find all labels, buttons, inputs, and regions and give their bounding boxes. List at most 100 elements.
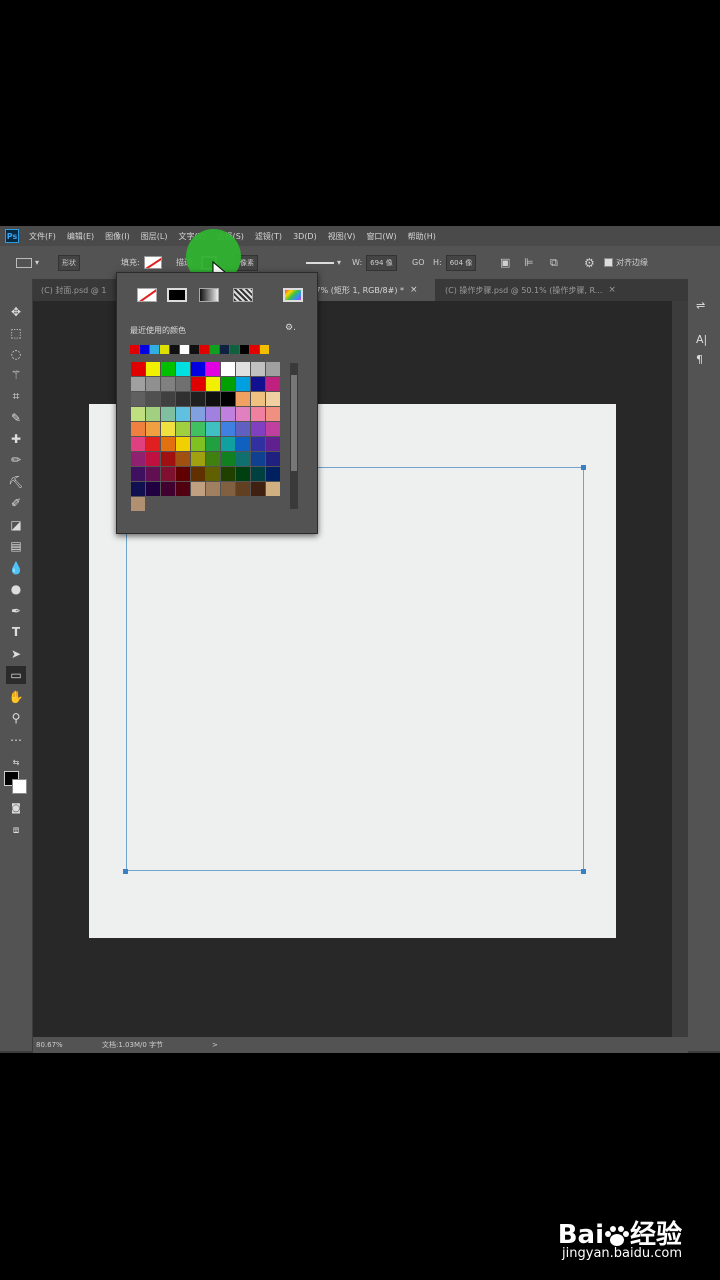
brush-tool-icon[interactable]: ✏ — [6, 451, 26, 469]
paragraph-panel-icon[interactable]: ¶ — [696, 353, 703, 366]
recent-color-swatch[interactable] — [160, 345, 169, 354]
color-swatch[interactable] — [131, 467, 145, 481]
shape-mode-select[interactable]: 形状 — [58, 254, 80, 271]
color-swatch[interactable] — [251, 482, 265, 496]
color-swatch[interactable] — [251, 422, 265, 436]
tool-preset-picker[interactable]: ▾ — [16, 246, 39, 279]
path-alignment-icon[interactable]: ⊫ — [524, 246, 534, 279]
color-swatch[interactable] — [146, 362, 160, 376]
eraser-tool-icon[interactable]: ◪ — [6, 516, 26, 534]
color-swatch[interactable] — [266, 452, 280, 466]
pattern-button[interactable] — [233, 288, 253, 302]
color-swatch[interactable] — [206, 437, 220, 451]
menu-file[interactable]: 文件(F) — [29, 231, 56, 242]
color-swatch[interactable] — [266, 422, 280, 436]
close-icon[interactable]: × — [410, 285, 418, 295]
color-swatch[interactable] — [191, 467, 205, 481]
color-swatch[interactable] — [191, 377, 205, 391]
color-picker-button[interactable] — [283, 288, 303, 302]
color-swatch[interactable] — [206, 422, 220, 436]
recent-color-swatch[interactable] — [250, 345, 259, 354]
color-swatch[interactable] — [191, 407, 205, 421]
brush-settings-icon[interactable]: ⇌ — [696, 299, 705, 312]
color-swatch[interactable] — [251, 407, 265, 421]
color-swatch[interactable] — [236, 482, 250, 496]
color-swatch[interactable] — [266, 482, 280, 496]
tab-cover[interactable]: (C) 封面.psd @ 1 — [33, 279, 125, 301]
anchor-point[interactable] — [581, 869, 586, 874]
color-swatch[interactable] — [131, 422, 145, 436]
color-swatch[interactable] — [251, 377, 265, 391]
recent-color-swatch[interactable] — [230, 345, 239, 354]
character-panel-icon[interactable]: A| — [696, 333, 707, 346]
fill-color-swatch[interactable] — [143, 256, 162, 269]
color-swatch[interactable] — [221, 482, 235, 496]
crop-tool-icon[interactable]: ⌗ — [6, 387, 26, 405]
path-arrangement-icon[interactable]: ⧉ — [550, 246, 558, 279]
color-swatch[interactable] — [221, 377, 235, 391]
color-swatch[interactable] — [251, 392, 265, 406]
recent-color-swatch[interactable] — [200, 345, 209, 354]
more-tools-icon[interactable]: ⋯ — [6, 731, 26, 749]
history-brush-tool-icon[interactable]: ✐ — [6, 494, 26, 512]
color-swatch[interactable] — [221, 392, 235, 406]
color-swatch[interactable] — [146, 392, 160, 406]
color-swatch[interactable] — [191, 437, 205, 451]
background-color-swatch[interactable] — [12, 779, 27, 794]
clone-stamp-tool-icon[interactable]: ⛏ — [6, 473, 26, 491]
path-selection-tool-icon[interactable]: ➤ — [6, 645, 26, 663]
color-swatch[interactable] — [161, 437, 175, 451]
color-swatch[interactable] — [146, 377, 160, 391]
anchor-point[interactable] — [123, 869, 128, 874]
color-swatch[interactable] — [221, 362, 235, 376]
color-swatch[interactable] — [221, 467, 235, 481]
color-swatch[interactable] — [221, 407, 235, 421]
color-swatch[interactable] — [251, 437, 265, 451]
color-swatch[interactable] — [266, 362, 280, 376]
color-swatch[interactable] — [206, 362, 220, 376]
menu-edit[interactable]: 编辑(E) — [67, 231, 94, 242]
color-swatch[interactable] — [236, 422, 250, 436]
color-swatch[interactable] — [221, 422, 235, 436]
settings-gear-icon[interactable]: ⚙ — [584, 246, 595, 279]
gradient-tool-icon[interactable]: ▤ — [6, 537, 26, 555]
color-swatch[interactable] — [131, 437, 145, 451]
color-swatch[interactable] — [266, 407, 280, 421]
menu-filter[interactable]: 滤镜(T) — [255, 231, 282, 242]
lasso-tool-icon[interactable]: ◌ — [6, 345, 26, 363]
zoom-level[interactable]: 80.67% — [36, 1041, 102, 1049]
dodge-tool-icon[interactable]: ● — [6, 580, 26, 598]
color-swatch[interactable] — [146, 407, 160, 421]
pen-tool-icon[interactable]: ✒ — [6, 602, 26, 620]
color-swatch[interactable] — [266, 467, 280, 481]
swatch-settings-gear-icon[interactable]: ⚙. — [285, 323, 296, 333]
height-input[interactable]: 604 像 — [445, 254, 477, 271]
no-color-button[interactable] — [137, 288, 157, 302]
recent-color-swatch[interactable] — [130, 345, 139, 354]
color-swatch[interactable] — [206, 407, 220, 421]
gradient-button[interactable] — [199, 288, 219, 302]
anchor-point[interactable] — [581, 465, 586, 470]
color-swatch[interactable] — [236, 362, 250, 376]
color-swatch[interactable] — [266, 392, 280, 406]
menu-3d[interactable]: 3D(D) — [293, 232, 317, 241]
quick-mask-icon[interactable]: ◙ — [6, 799, 26, 817]
color-swatch[interactable] — [206, 392, 220, 406]
color-swatch[interactable] — [236, 407, 250, 421]
recent-color-swatch[interactable] — [220, 345, 229, 354]
color-swatch[interactable] — [176, 467, 190, 481]
status-menu-arrow[interactable]: > — [212, 1041, 218, 1049]
recent-color-swatch[interactable] — [140, 345, 149, 354]
color-swatch[interactable] — [146, 452, 160, 466]
menu-image[interactable]: 图像(I) — [105, 231, 130, 242]
color-swatch[interactable] — [131, 407, 145, 421]
menu-help[interactable]: 帮助(H) — [408, 231, 436, 242]
color-swatch[interactable] — [221, 452, 235, 466]
color-swatch[interactable] — [206, 467, 220, 481]
screen-mode-icon[interactable]: ⧈ — [6, 821, 26, 839]
color-swatch[interactable] — [251, 362, 265, 376]
color-swatch[interactable] — [161, 452, 175, 466]
recent-color-swatch[interactable] — [210, 345, 219, 354]
color-swatch[interactable] — [146, 437, 160, 451]
color-swatch[interactable] — [161, 422, 175, 436]
